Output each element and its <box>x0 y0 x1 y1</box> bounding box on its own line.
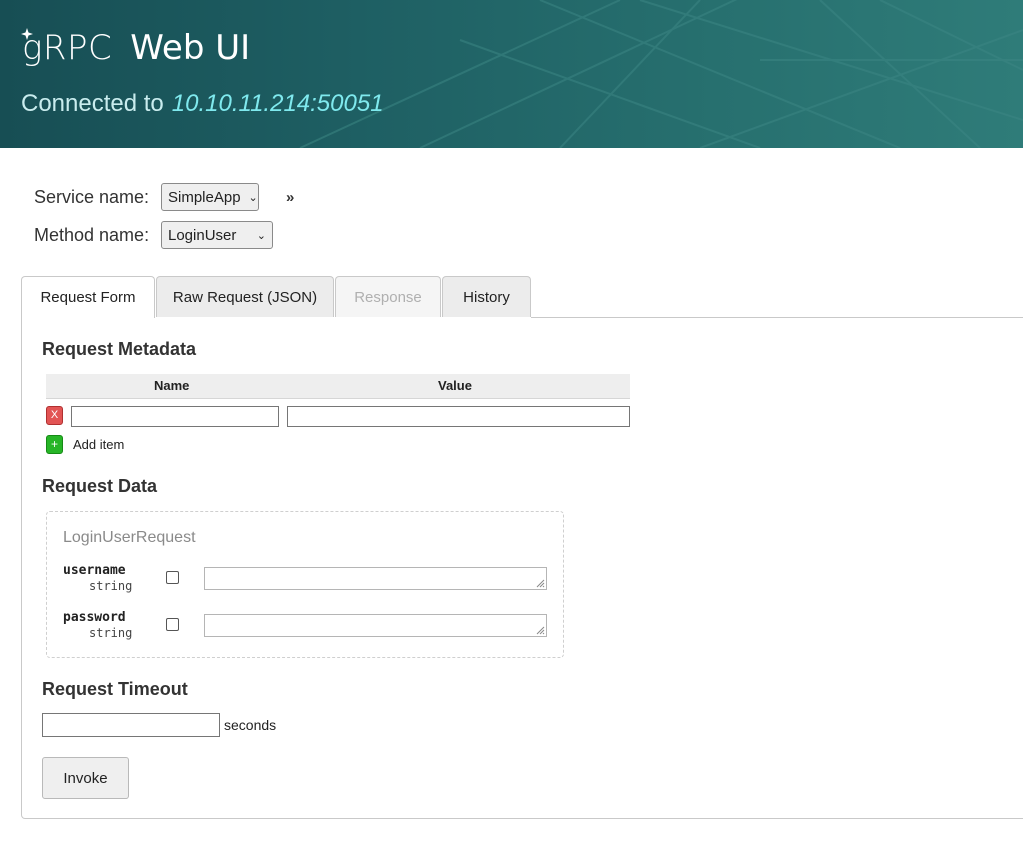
metadata-name-input[interactable] <box>71 406 279 427</box>
username-textarea[interactable] <box>204 567 547 590</box>
timeout-input[interactable] <box>42 713 220 737</box>
connected-label: Connected to <box>21 90 164 117</box>
app-logo: gRPC Web UI <box>21 28 251 68</box>
tab-raw-request[interactable]: Raw Request (JSON) <box>156 276 334 317</box>
metadata-col-name: Name <box>154 378 190 393</box>
expand-toggle[interactable]: » <box>286 189 294 206</box>
resize-handle-icon[interactable] <box>536 579 545 588</box>
field-name-username: username <box>63 563 126 578</box>
metadata-col-value: Value <box>438 378 472 393</box>
header-background-pattern <box>299 0 1023 148</box>
method-label: Method name: <box>34 224 150 245</box>
field-type-password: string <box>89 626 133 640</box>
tab-request-form[interactable]: Request Form <box>21 276 155 318</box>
method-select-value: LoginUser <box>168 226 237 244</box>
timeout-unit: seconds <box>224 717 277 733</box>
method-select[interactable]: LoginUser ⌄ <box>161 221 273 249</box>
service-select-value: SimpleApp <box>168 188 241 206</box>
server-address: 10.10.11.214:50051 <box>171 90 384 117</box>
add-item-label: Add item <box>73 437 125 452</box>
sparkle-icon <box>21 28 33 40</box>
resize-handle-icon[interactable] <box>536 626 545 635</box>
username-null-checkbox[interactable] <box>166 571 179 584</box>
service-label: Service name: <box>34 186 150 207</box>
message-type-name: LoginUserRequest <box>63 529 196 546</box>
tab-response: Response <box>335 276 441 317</box>
grpc-logo-text: gRPC <box>22 28 113 68</box>
service-row: Service name: SimpleApp ⌄ <box>34 183 259 211</box>
timeout-heading: Request Timeout <box>42 679 188 699</box>
app-title: Web UI <box>130 28 251 68</box>
metadata-value-input[interactable] <box>287 406 630 427</box>
invoke-button[interactable]: Invoke <box>42 757 129 799</box>
remove-metadata-button[interactable]: X <box>46 406 63 425</box>
metadata-heading: Request Metadata <box>42 339 197 359</box>
add-metadata-button[interactable]: + <box>46 435 63 454</box>
app-header: gRPC Web UI Connected to 10.10.11.214:500… <box>0 0 1023 148</box>
tab-bar: Request Form Raw Request (JSON) Response… <box>21 276 532 318</box>
chevron-down-icon: ⌄ <box>256 229 266 242</box>
chevron-down-icon: ⌄ <box>248 191 258 204</box>
password-textarea[interactable] <box>204 614 547 637</box>
tab-history[interactable]: History <box>442 276 531 317</box>
field-type-username: string <box>89 579 133 593</box>
request-data-heading: Request Data <box>42 476 158 496</box>
metadata-table-header: Name Value <box>46 374 630 399</box>
connection-status: Connected to 10.10.11.214:50051 <box>21 90 384 118</box>
password-null-checkbox[interactable] <box>166 618 179 631</box>
field-name-password: password <box>63 610 126 625</box>
method-row: Method name: LoginUser ⌄ <box>34 221 273 249</box>
service-select[interactable]: SimpleApp ⌄ <box>161 183 259 211</box>
